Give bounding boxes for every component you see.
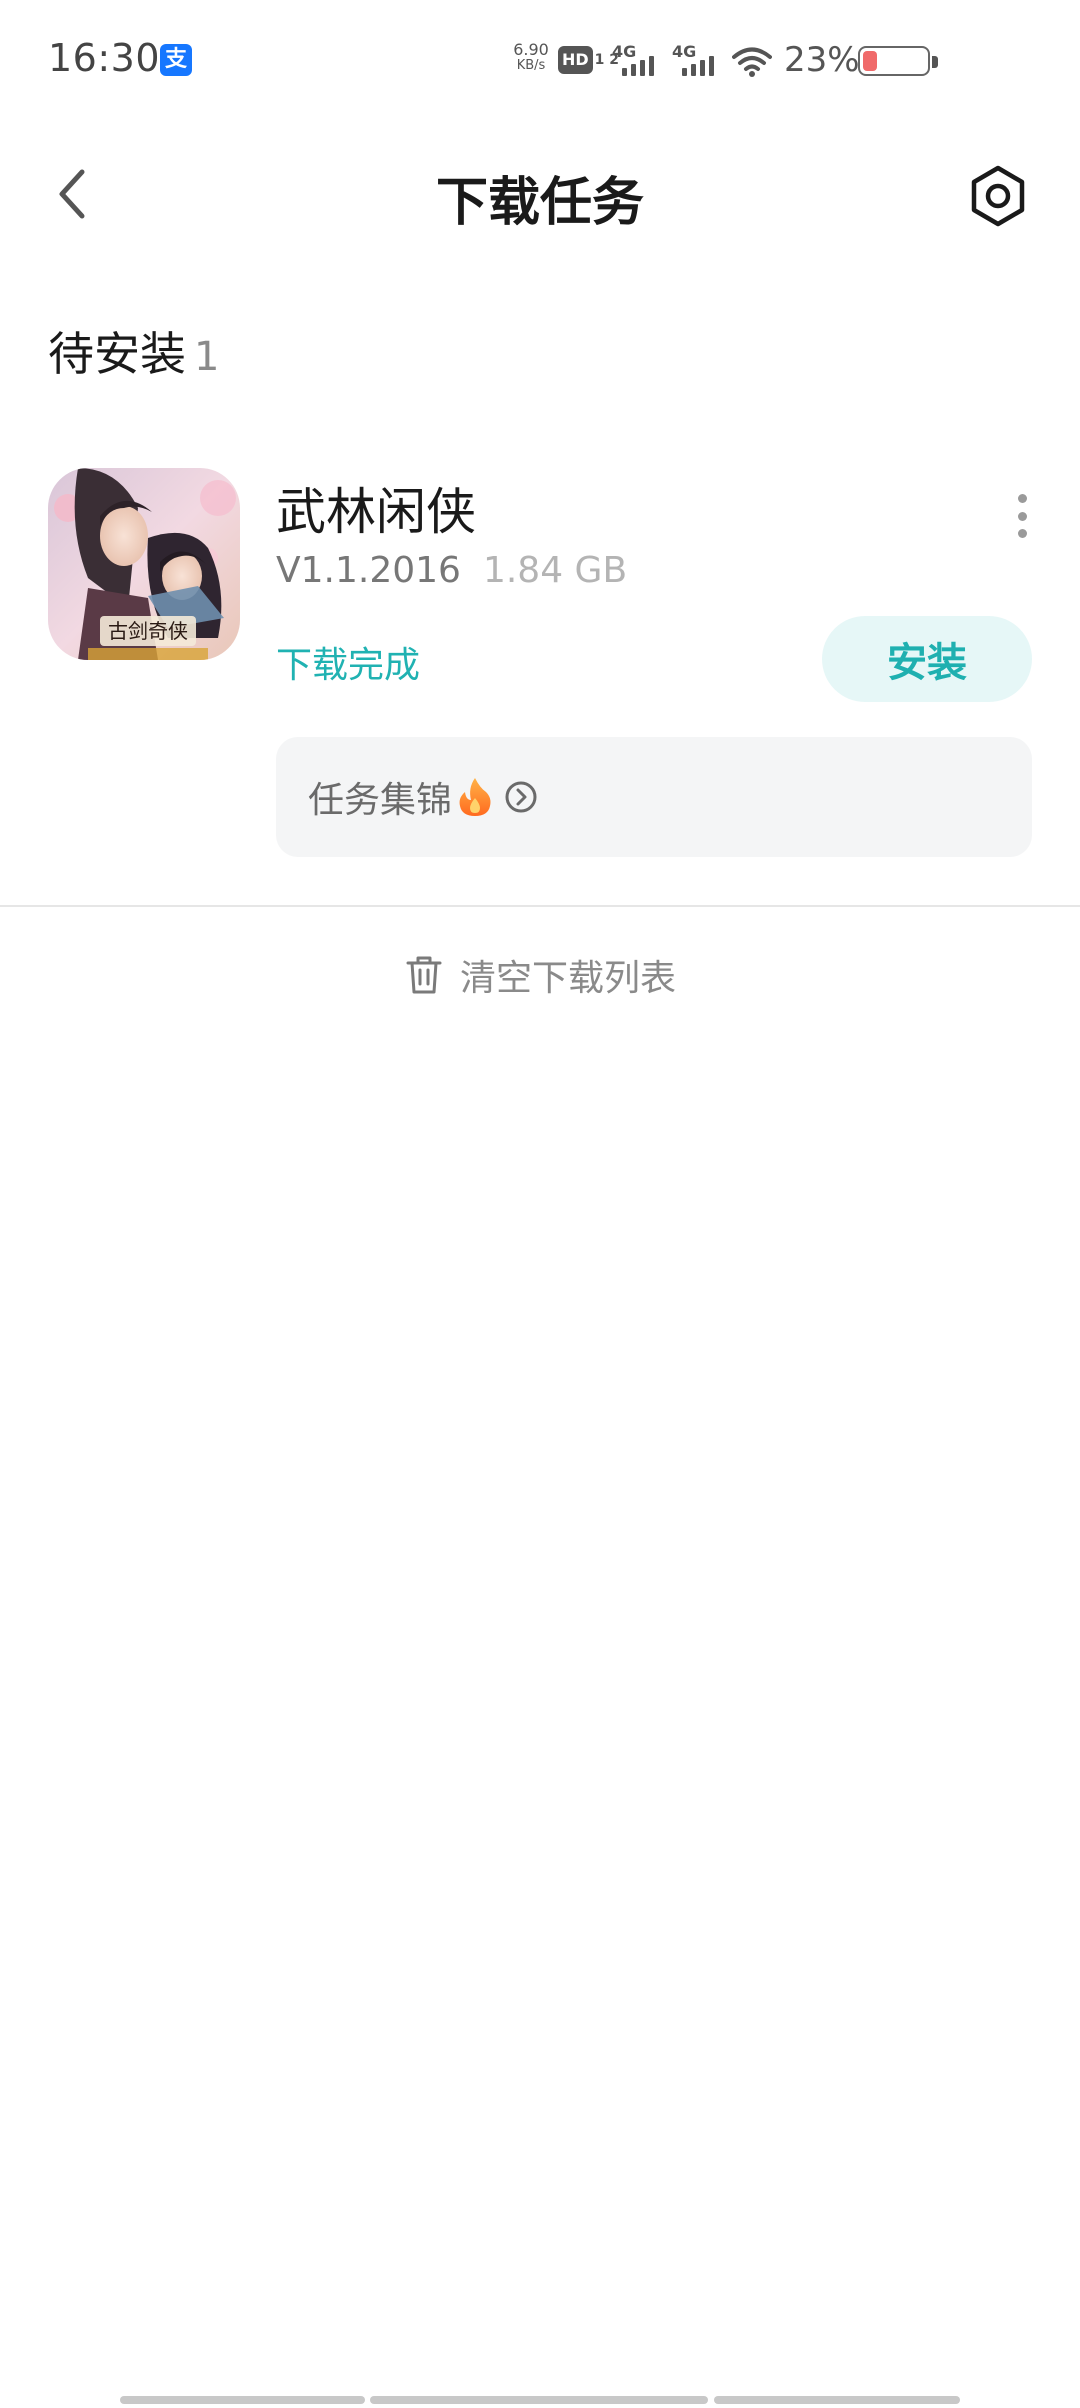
download-item[interactable]: 古剑奇侠 武林闲侠 V1.1.2016 1.84 GB 下载完成 安装 任务集锦 xyxy=(0,460,1080,880)
header: 下载任务 xyxy=(0,140,1080,250)
battery-icon xyxy=(858,46,938,76)
battery-percent: 23% xyxy=(784,40,860,80)
more-dot-icon xyxy=(1017,494,1027,503)
clear-download-list-label: 清空下载列表 xyxy=(459,958,676,999)
battery-level-fill xyxy=(863,51,877,71)
divider xyxy=(0,905,1080,907)
hd-label: HD xyxy=(558,46,593,74)
task-highlights-label: 任务集锦 xyxy=(308,780,453,821)
section-title: 待安装 1 xyxy=(48,318,219,384)
more-dot-icon xyxy=(1017,511,1027,521)
app-size: 1.84 GB xyxy=(482,550,628,591)
app-name: 武林闲侠 xyxy=(276,483,476,541)
download-status: 下载完成 xyxy=(276,645,421,686)
settings-button[interactable] xyxy=(962,160,1034,232)
more-options-button[interactable] xyxy=(1004,486,1040,546)
circle-arrow-right-icon xyxy=(504,780,538,814)
nav-gesture-bar-center[interactable] xyxy=(370,2396,708,2404)
install-button[interactable]: 安装 xyxy=(822,616,1032,702)
task-highlights-card[interactable]: 任务集锦 xyxy=(276,737,1032,857)
page-title: 下载任务 xyxy=(435,173,644,233)
trash-icon xyxy=(406,956,442,994)
app-icon[interactable]: 古剑奇侠 xyxy=(48,468,240,660)
alipay-notification-icon: 支 xyxy=(160,44,192,76)
game-artwork-icon: 古剑奇侠 xyxy=(48,468,240,660)
section-title-label: 待安装 xyxy=(48,327,186,381)
fire-icon xyxy=(456,776,494,818)
network-speed-unit: KB/s xyxy=(516,58,546,73)
hexagon-gear-icon xyxy=(971,165,1025,227)
network-speed: 6.90 KB/s xyxy=(508,42,554,74)
more-dot-icon xyxy=(1017,529,1027,538)
wifi-icon xyxy=(732,47,772,77)
hd-voice-icon: HD 1 2 xyxy=(558,44,619,76)
app-icon-text: 古剑奇侠 xyxy=(108,619,188,643)
network-speed-value: 6.90 xyxy=(513,40,549,59)
app-meta: V1.1.2016 1.84 GB xyxy=(276,550,627,591)
signal-icon-sim1: 4G xyxy=(612,42,666,76)
section-count: 1 xyxy=(194,334,220,380)
clear-download-list-button[interactable]: 清空下载列表 xyxy=(0,940,1080,1010)
signal-icon-sim2: 4G xyxy=(672,42,726,76)
app-version: V1.1.2016 xyxy=(276,550,461,591)
nav-gesture-bar-left[interactable] xyxy=(120,2396,365,2404)
nav-gesture-bar-right[interactable] xyxy=(714,2396,960,2404)
status-time: 16:30 xyxy=(48,36,161,80)
status-bar: 16:30 支 6.90 KB/s HD 1 2 4G 4G 23% xyxy=(0,0,1080,120)
